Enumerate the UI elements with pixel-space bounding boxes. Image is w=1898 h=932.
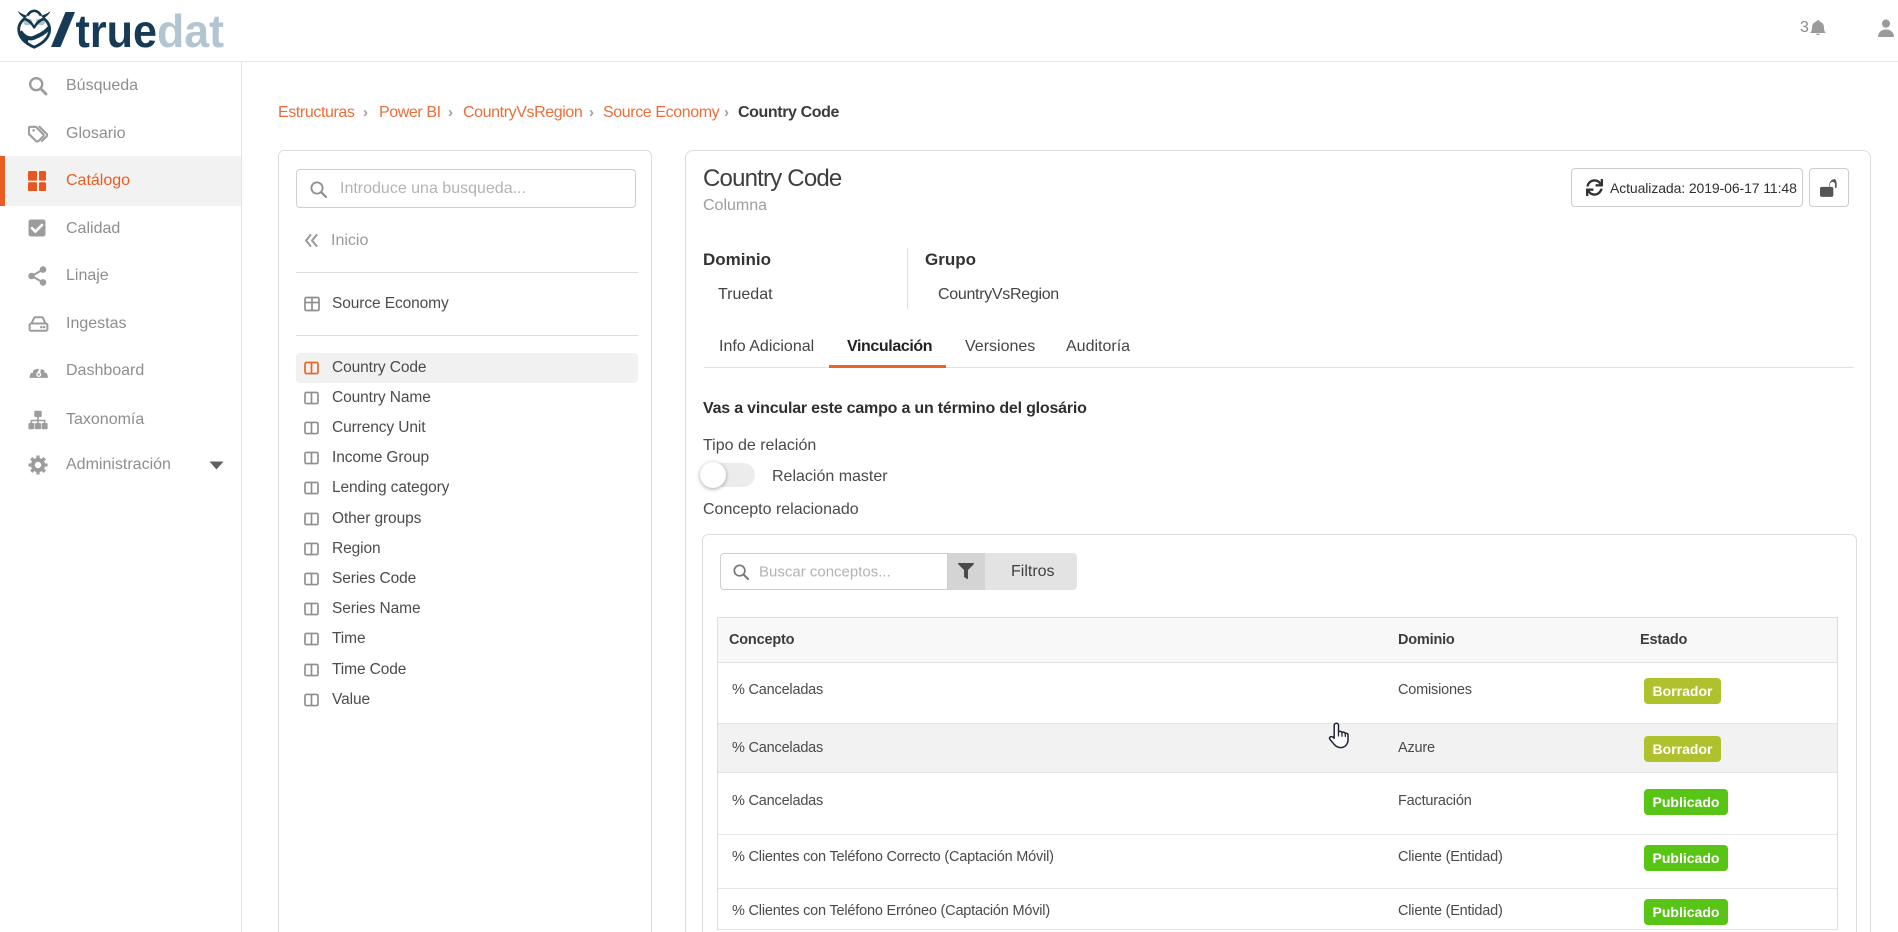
svg-text:dat: dat xyxy=(157,9,224,53)
svg-text:true: true xyxy=(76,9,158,53)
